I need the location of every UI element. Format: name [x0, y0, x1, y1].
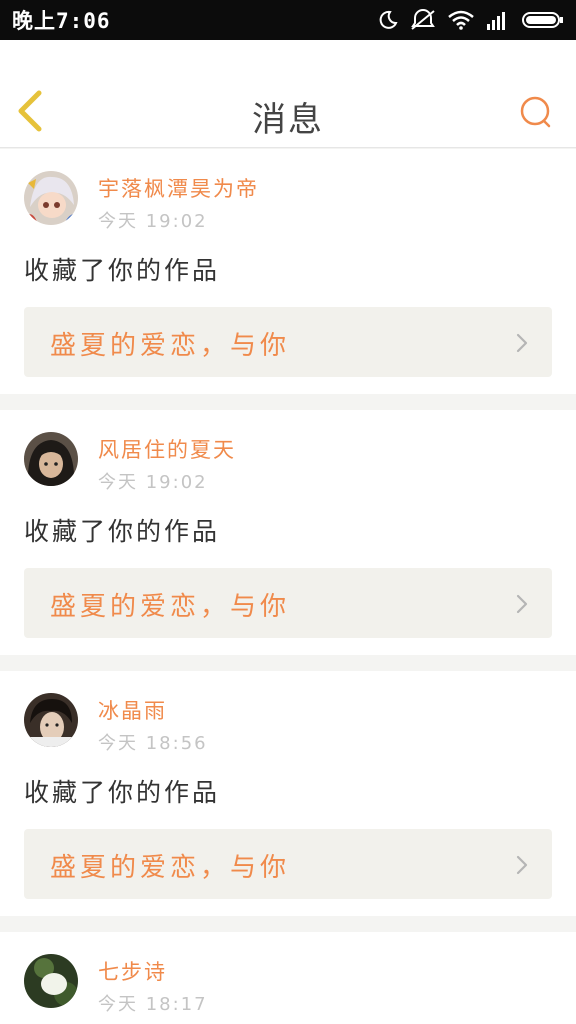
work-title: 盛夏的爱恋，与你 — [50, 331, 291, 361]
message-time: 今天 19:02 — [98, 472, 208, 493]
username[interactable]: 冰晶雨 — [98, 695, 167, 725]
username[interactable]: 宇落枫潭昊为帝 — [98, 173, 259, 203]
page-title: 消息 — [252, 100, 324, 140]
message-time: 今天 19:02 — [98, 211, 208, 232]
message-time: 今天 18:56 — [98, 733, 208, 754]
message-action: 收藏了你的作品 — [24, 256, 221, 285]
chevron-right-icon — [516, 594, 528, 618]
battery-icon — [522, 10, 564, 30]
work-link[interactable]: 盛夏的爱恋，与你 — [24, 568, 552, 638]
work-title: 盛夏的爱恋，与你 — [50, 592, 291, 622]
message-card: 宇落枫潭昊为帝 今天 19:02 收藏了你的作品 盛夏的爱恋，与你 — [0, 149, 576, 394]
avatar[interactable] — [24, 954, 78, 1008]
search-button[interactable] — [518, 94, 556, 132]
message-card: 七步诗 今天 18:17 — [0, 932, 576, 1024]
chevron-right-icon — [516, 333, 528, 357]
message-card: 风居住的夏天 今天 19:02 收藏了你的作品 盛夏的爱恋，与你 — [0, 410, 576, 655]
work-link[interactable]: 盛夏的爱恋，与你 — [24, 307, 552, 377]
message-time: 今天 18:17 — [98, 994, 208, 1015]
wifi-icon — [448, 10, 474, 30]
search-icon — [518, 96, 556, 136]
username[interactable]: 七步诗 — [98, 956, 167, 986]
message-list: 宇落枫潭昊为帝 今天 19:02 收藏了你的作品 盛夏的爱恋，与你 风居住的夏天… — [0, 149, 576, 1024]
status-icons — [378, 9, 564, 31]
app-header: 消息 — [0, 40, 576, 148]
message-action: 收藏了你的作品 — [24, 517, 221, 546]
message-card: 冰晶雨 今天 18:56 收藏了你的作品 盛夏的爱恋，与你 — [0, 671, 576, 916]
status-time: 晚上7:06 — [12, 9, 111, 33]
chevron-right-icon — [516, 855, 528, 879]
status-bar: 晚上7:06 — [0, 0, 576, 40]
avatar[interactable] — [24, 432, 78, 486]
username[interactable]: 风居住的夏天 — [98, 434, 236, 464]
message-action: 收藏了你的作品 — [24, 778, 221, 807]
work-title: 盛夏的爱恋，与你 — [50, 853, 291, 883]
moon-icon — [378, 10, 398, 30]
avatar[interactable] — [24, 171, 78, 225]
mute-icon — [410, 9, 436, 31]
avatar[interactable] — [24, 693, 78, 747]
work-link[interactable]: 盛夏的爱恋，与你 — [24, 829, 552, 899]
signal-icon — [486, 10, 510, 30]
